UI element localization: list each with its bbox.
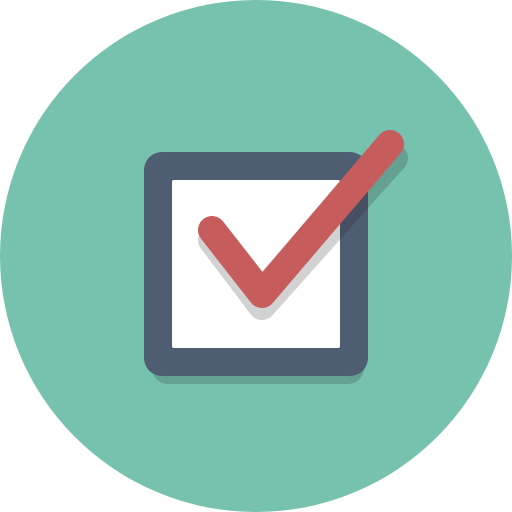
checkbox-checked-icon bbox=[0, 0, 512, 512]
checkbox-checked-icon-graphic bbox=[0, 0, 512, 512]
